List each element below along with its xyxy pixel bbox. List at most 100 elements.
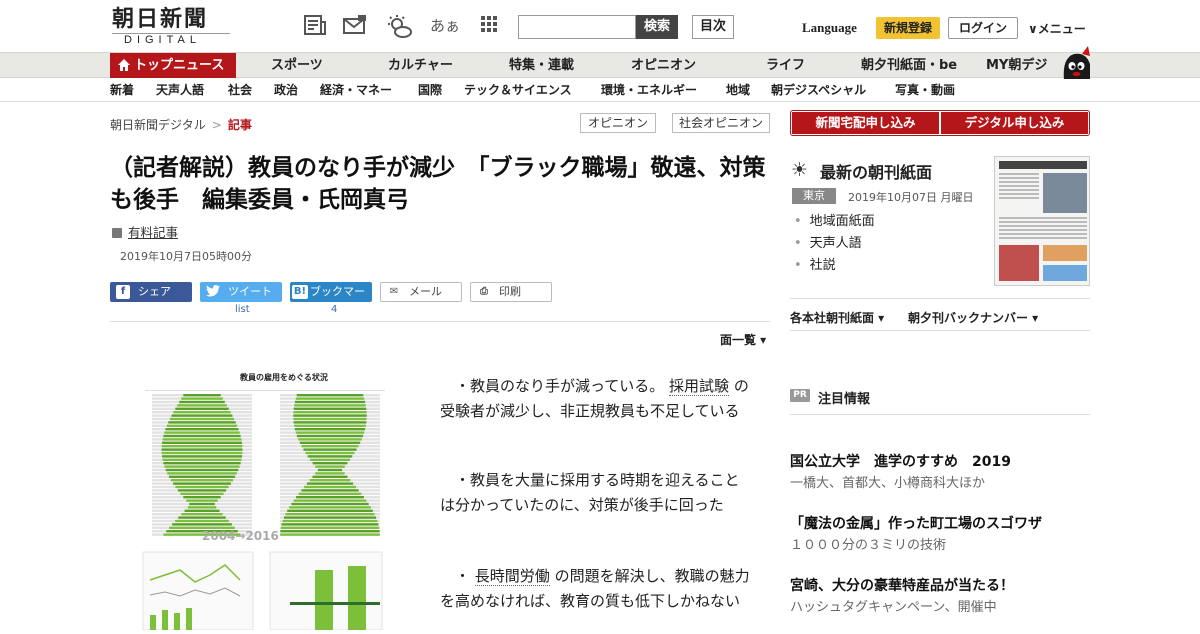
login-button[interactable]: ログイン xyxy=(948,17,1018,39)
pyramid-bar xyxy=(183,496,221,499)
print-button[interactable]: ⎙ 印刷 xyxy=(470,282,552,302)
twitter-share-button[interactable]: ツイート xyxy=(200,282,282,302)
summary-text: ・ xyxy=(455,567,471,585)
nav-sports[interactable]: スポーツ xyxy=(271,53,323,78)
page-list-dropdown[interactable]: 面一覧 ▾ xyxy=(720,331,766,348)
nav-environment[interactable]: 環境・エネルギー xyxy=(601,79,697,101)
language-link[interactable]: Language xyxy=(802,20,857,36)
pyramid-bar xyxy=(165,468,239,472)
paper-heading[interactable]: 最新の朝刊紙面 xyxy=(820,159,932,183)
breadcrumb-home[interactable]: 朝日新聞デジタル xyxy=(110,118,206,132)
pyramid-bar xyxy=(289,506,371,509)
mascot-icon[interactable] xyxy=(1060,44,1092,80)
keyword-link[interactable]: 採用試験 xyxy=(669,377,730,396)
nav-economy[interactable]: 経済・マネー xyxy=(320,79,392,101)
sidebar-divider xyxy=(790,414,1090,415)
pyramid-bar xyxy=(187,506,217,509)
hatena-count[interactable]: 4 xyxy=(331,304,337,315)
nav-culture[interactable]: カルチャー xyxy=(388,53,453,78)
nav-latest[interactable]: 新着 xyxy=(110,79,134,101)
paper-thumbnail[interactable] xyxy=(994,156,1090,286)
nav-features[interactable]: 特集・連載 xyxy=(509,53,574,78)
article-infographic[interactable]: 教員の雇用をめぐる状況 2004→2016 xyxy=(140,370,390,631)
pyramid-bar xyxy=(305,451,355,455)
pyramid-bar xyxy=(299,441,361,444)
nav-photo[interactable]: 写真・動画 xyxy=(895,79,955,101)
nav-top-news[interactable]: トップニュース xyxy=(110,53,236,78)
pyramid-bar xyxy=(309,479,351,482)
summary-point-2: ・教員を大量に採用する時期を迎えることは分かっていたのに、対策が後手に回った xyxy=(440,468,750,518)
nav-opinion[interactable]: オピニオン xyxy=(631,53,696,78)
pr-item-title: 宮崎、大分の豪華特産品が当たる！ xyxy=(790,578,1014,594)
pyramid-bar xyxy=(161,455,243,458)
logo-main: 朝日新聞 xyxy=(112,6,209,32)
pr-item[interactable]: 宮崎、大分の豪華特産品が当たる！ ハッシュタグキャンペーン、開催中 xyxy=(790,576,1090,618)
home-icon xyxy=(118,55,130,80)
nav-politics[interactable]: 政治 xyxy=(274,79,298,101)
pyramid-bar xyxy=(287,509,373,512)
pr-item[interactable]: 国公立大学 進学のすすめ 2019 一橋大、首都大、小樽商科大ほか xyxy=(790,452,1090,494)
paper-link-editorial[interactable]: 社説 xyxy=(794,255,875,277)
search-button[interactable]: 検索 xyxy=(636,15,678,39)
backnumber-dropdown[interactable]: 朝夕刊バックナンバー ▾ xyxy=(908,309,1038,326)
breadcrumb-separator: > xyxy=(211,118,222,132)
pyramid-bar xyxy=(186,499,218,502)
nav-society[interactable]: 社会 xyxy=(228,79,252,101)
mail-share-button[interactable]: ✉ メール xyxy=(380,282,462,302)
site-logo[interactable]: 朝日新聞 DIGITAL xyxy=(112,7,230,47)
delivery-subscribe-button[interactable]: 新聞宅配申し込み xyxy=(792,112,939,134)
paper-link-tensei[interactable]: 天声人語 xyxy=(794,233,875,255)
nav-tensei[interactable]: 天声人語 xyxy=(156,79,204,101)
nav-special[interactable]: 朝デジスペシャル xyxy=(771,79,866,101)
divider xyxy=(110,321,770,322)
nav-tech[interactable]: テック＆サイエンス xyxy=(464,79,572,101)
pyramid-bar xyxy=(181,397,223,400)
pyramid-bar xyxy=(296,496,364,499)
weather-icon[interactable] xyxy=(386,14,412,38)
search-input[interactable] xyxy=(519,16,635,38)
mail-icon[interactable] xyxy=(342,14,368,38)
pyramid-bar xyxy=(312,462,348,465)
sidebar-divider xyxy=(790,330,1090,331)
secondary-nav: 新着 天声人語 社会 政治 経済・マネー 国際 テック＆サイエンス 環境・エネル… xyxy=(0,79,1200,102)
nav-life[interactable]: ライフ xyxy=(766,53,805,78)
pr-item-title: 「魔法の金属」作った町工場のスゴワザ xyxy=(790,516,1042,532)
keyword-link[interactable]: 長時間労働 xyxy=(474,567,550,586)
twitter-count[interactable]: list xyxy=(235,304,250,315)
pyramid-bar xyxy=(179,400,225,404)
pr-item[interactable]: 「魔法の金属」作った町工場のスゴワザ １０００分の３ミリの技術 xyxy=(790,514,1090,556)
pr-heading: 注目情報 xyxy=(818,392,871,407)
pyramid-bar xyxy=(317,468,343,472)
menu-button[interactable]: ∨メニュー xyxy=(1028,20,1086,37)
signup-button[interactable]: 新規登録 xyxy=(876,17,940,39)
nav-papers[interactable]: 朝夕刊紙面・be xyxy=(861,53,957,78)
pr-badge: PR xyxy=(790,389,810,402)
summary-text: ・教員を大量に採用する時期を迎えることは分かっていたのに、対策が後手に回った xyxy=(440,471,740,514)
figure-years: 2004→2016 xyxy=(202,529,279,543)
nav-international[interactable]: 国際 xyxy=(418,79,442,101)
toc-button[interactable]: 目次 xyxy=(692,15,734,39)
pyramid-bar xyxy=(294,400,366,404)
nav-region[interactable]: 地域 xyxy=(726,79,750,101)
paid-article-label[interactable]: 有料記事 xyxy=(112,222,178,241)
newspaper-icon[interactable] xyxy=(302,14,328,38)
hatena-bookmark-button[interactable]: B! ブックマーク xyxy=(290,282,372,318)
lock-icon xyxy=(112,228,122,238)
paper-link-local[interactable]: 地域面紙面 xyxy=(794,211,875,233)
font-size-icon[interactable]: あぁ xyxy=(430,14,460,38)
facebook-share-button[interactable]: f シェア xyxy=(110,282,192,302)
tag-opinion[interactable]: オピニオン xyxy=(580,113,656,133)
pyramid-bar xyxy=(310,458,350,461)
pyramid-bar xyxy=(163,434,241,438)
pr-item-subtitle: 一橋大、首都大、小樽商科大ほか xyxy=(790,476,986,491)
grid-menu-icon[interactable] xyxy=(476,14,502,38)
pyramid-bar xyxy=(184,509,220,512)
tag-social-opinion[interactable]: 社会オピニオン xyxy=(672,113,770,133)
sidebar-divider xyxy=(790,298,1090,299)
twitter-icon xyxy=(206,285,220,299)
nav-my-asahi[interactable]: MY朝デジ xyxy=(986,53,1047,78)
digital-subscribe-button[interactable]: デジタル申し込み xyxy=(941,112,1088,134)
pyramid-bar xyxy=(172,523,232,526)
article-title: （記者解説）教員のなり手が減少 「ブラック職場」敬遠、対策も後手 編集委員・氏岡… xyxy=(110,155,766,213)
regional-papers-dropdown[interactable]: 各本社朝刊紙面 ▾ xyxy=(790,309,884,326)
